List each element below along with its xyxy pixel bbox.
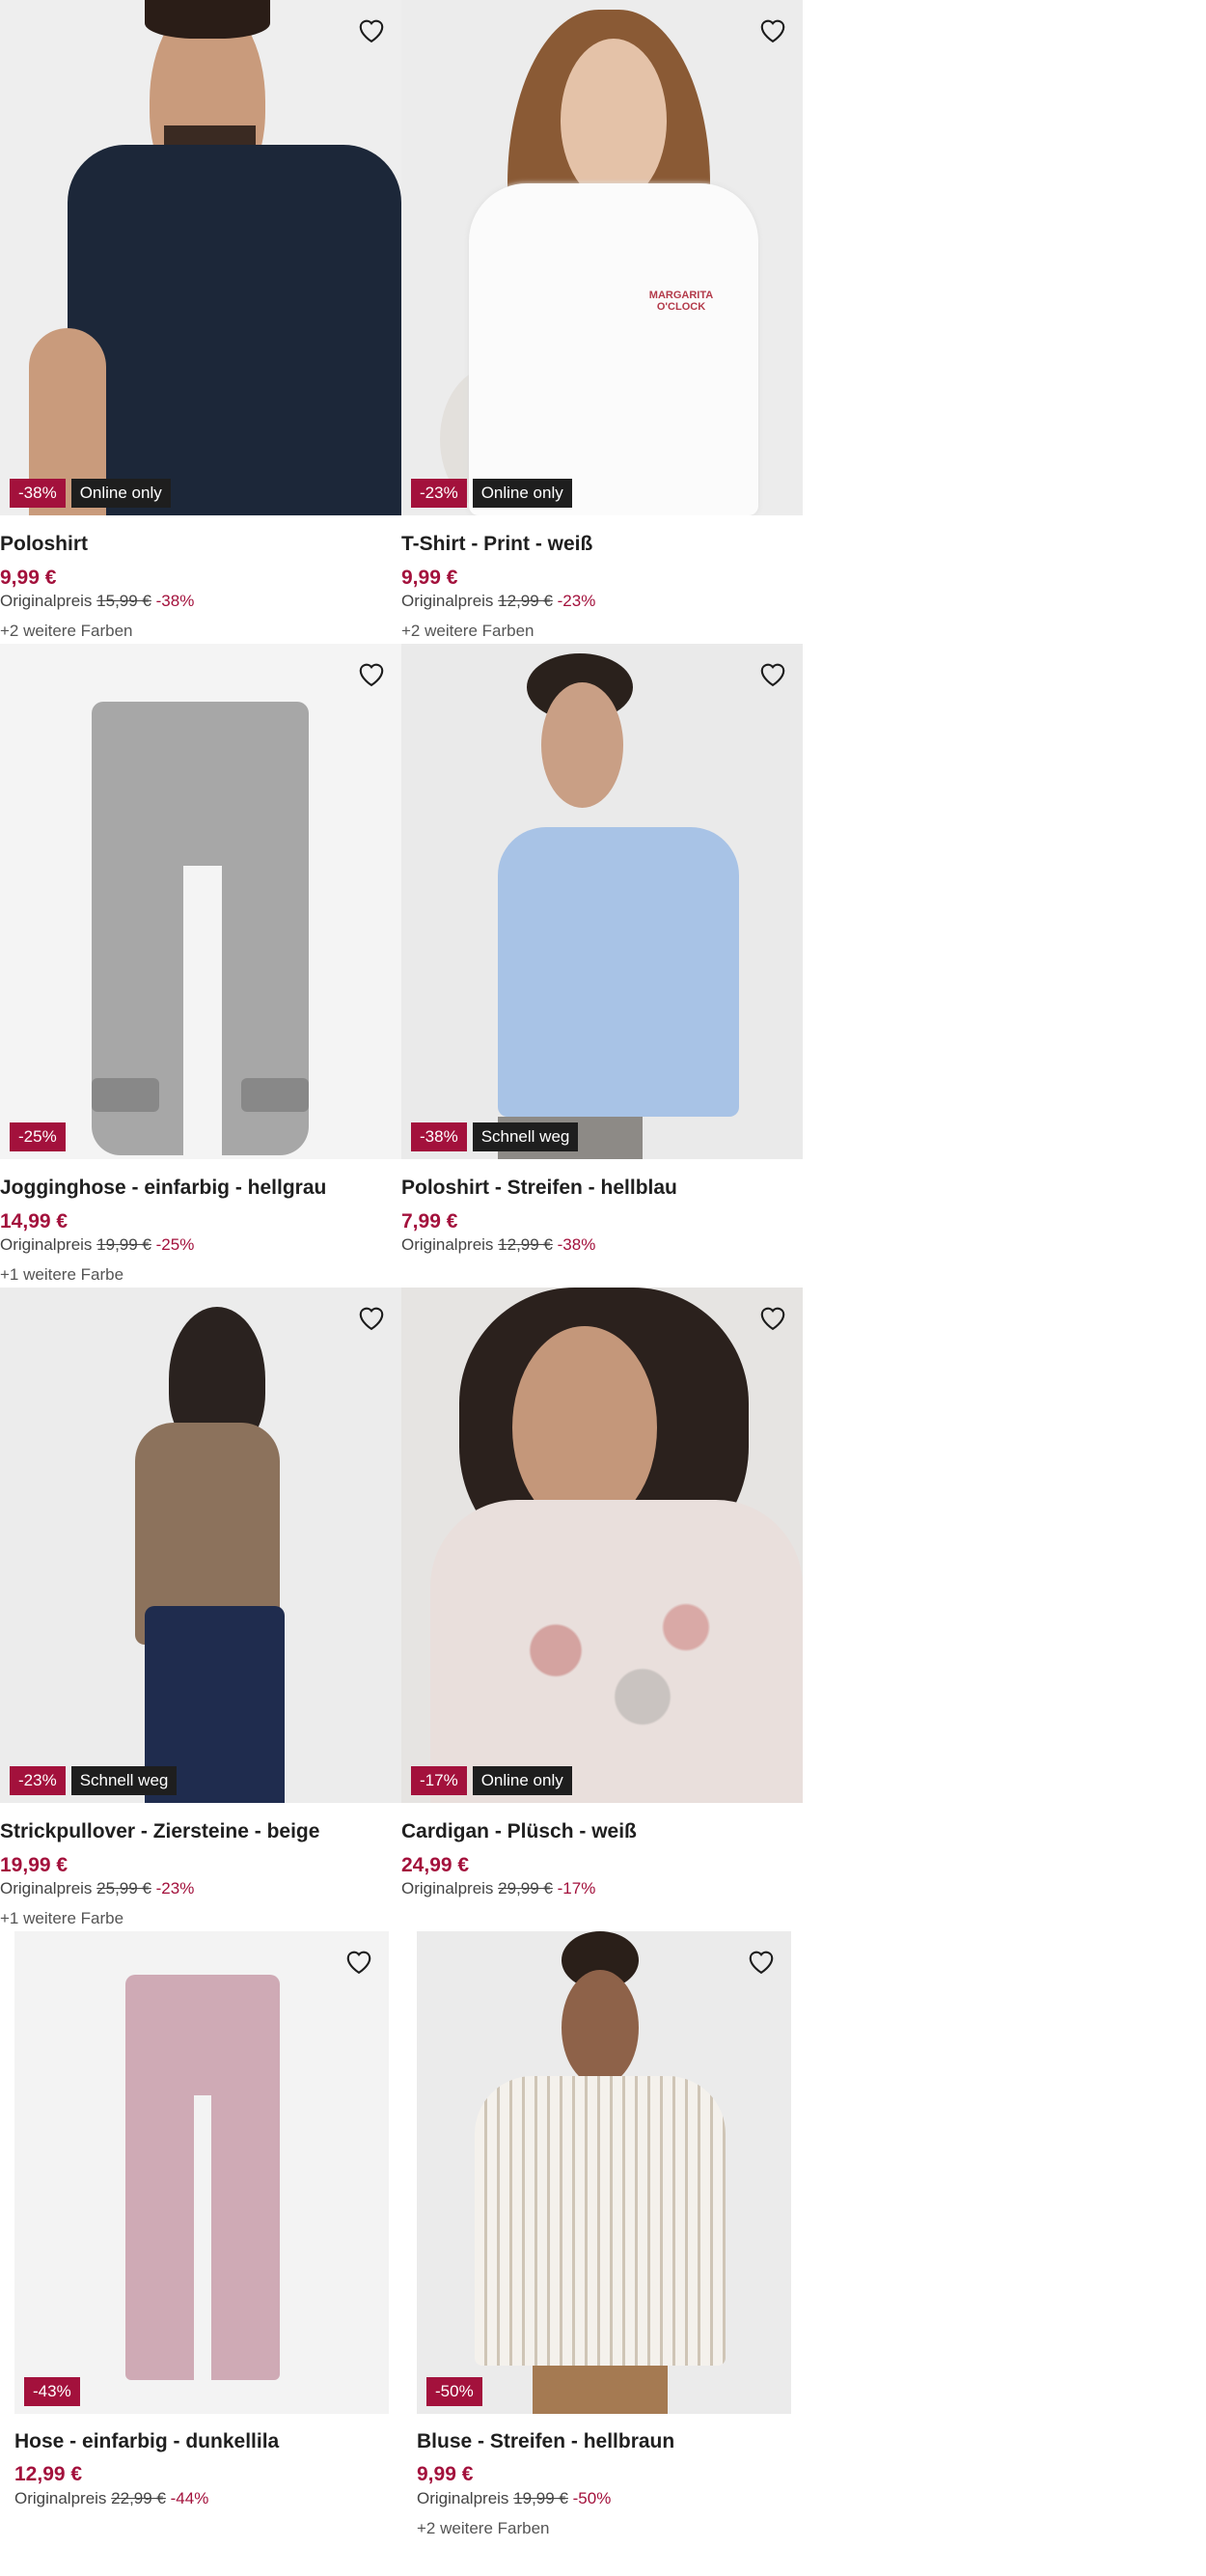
info-badge: Schnell weg xyxy=(472,1122,579,1151)
original-price-label: Originalpreis xyxy=(401,1879,494,1897)
favorite-button[interactable] xyxy=(756,657,789,690)
product-price: 19,99 € xyxy=(0,1854,69,1876)
product-name[interactable]: Strickpullover - Ziersteine - beige xyxy=(0,1820,319,1843)
original-price: Originalpreis 19,99 € -25% xyxy=(0,1235,194,1255)
product-image[interactable]: -50% xyxy=(417,1931,791,2414)
favorite-button[interactable] xyxy=(756,1301,789,1334)
original-price-label: Originalpreis xyxy=(417,2489,509,2507)
product-price: 7,99 € xyxy=(401,1210,458,1233)
product-name[interactable]: Poloshirt xyxy=(0,533,88,556)
original-price-value: 29,99 € xyxy=(498,1879,553,1897)
original-price: Originalpreis 12,99 € -38% xyxy=(401,1235,595,1255)
original-price-label: Originalpreis xyxy=(401,1235,494,1254)
original-price-label: Originalpreis xyxy=(401,592,494,610)
original-price: Originalpreis 12,99 € -23% xyxy=(401,592,595,611)
original-price-discount: -23% xyxy=(557,592,596,610)
product-image[interactable]: -38% Online only xyxy=(0,0,401,515)
product-name[interactable]: Cardigan - Plüsch - weiß xyxy=(401,1820,637,1843)
original-price-value: 19,99 € xyxy=(96,1235,151,1254)
discount-badge: -38% xyxy=(10,479,66,508)
original-price: Originalpreis 19,99 € -50% xyxy=(417,2489,611,2508)
original-price-value: 12,99 € xyxy=(498,592,553,610)
info-badge: Online only xyxy=(70,479,171,508)
original-price: Originalpreis 15,99 € -38% xyxy=(0,592,194,611)
original-price-discount: -23% xyxy=(155,1879,195,1897)
original-price-label: Originalpreis xyxy=(14,2489,107,2507)
product-image[interactable]: -23% Schnell weg xyxy=(0,1288,401,1803)
favorite-button[interactable] xyxy=(756,14,789,46)
product-name[interactable]: Poloshirt - Streifen - hellblau xyxy=(401,1177,677,1200)
product-price: 12,99 € xyxy=(14,2463,83,2485)
discount-badge: -17% xyxy=(411,1766,467,1795)
discount-badge: -23% xyxy=(411,479,467,508)
favorite-button[interactable] xyxy=(355,657,388,690)
more-colors[interactable]: +1 weitere Farbe xyxy=(0,1265,123,1285)
favorite-button[interactable] xyxy=(745,1945,778,1978)
product-name[interactable]: Bluse - Streifen - hellbraun xyxy=(417,2430,674,2453)
favorite-button[interactable] xyxy=(355,14,388,46)
more-colors[interactable]: +2 weitere Farben xyxy=(417,2519,550,2538)
product-name[interactable]: T-Shirt - Print - weiß xyxy=(401,533,592,556)
heart-outline-icon xyxy=(760,19,785,43)
product-image[interactable]: -38% Schnell weg xyxy=(401,644,803,1159)
original-price-label: Originalpreis xyxy=(0,1235,93,1254)
original-price-discount: -38% xyxy=(557,1235,596,1254)
product-name[interactable]: Jogginghose - einfarbig - hellgrau xyxy=(0,1177,326,1200)
more-colors[interactable]: +2 weitere Farben xyxy=(0,622,133,641)
product-price: 9,99 € xyxy=(401,567,458,589)
info-badge: Schnell weg xyxy=(70,1766,178,1795)
heart-outline-icon xyxy=(359,663,384,687)
product-image[interactable]: MARGARITA O'CLOCK -23% Online only xyxy=(401,0,803,515)
original-price: Originalpreis 25,99 € -23% xyxy=(0,1879,194,1898)
heart-outline-icon xyxy=(346,1951,371,1975)
discount-badge: -43% xyxy=(24,2377,80,2406)
product-image[interactable]: -25% xyxy=(0,644,401,1159)
discount-badge: -25% xyxy=(10,1122,66,1151)
heart-outline-icon xyxy=(749,1951,774,1975)
more-colors[interactable]: +2 weitere Farben xyxy=(401,622,534,641)
original-price: Originalpreis 29,99 € -17% xyxy=(401,1879,595,1898)
heart-outline-icon xyxy=(359,1307,384,1331)
product-image[interactable]: -43% xyxy=(14,1931,389,2414)
original-price-discount: -38% xyxy=(155,592,195,610)
original-price-value: 12,99 € xyxy=(498,1235,553,1254)
discount-badge: -23% xyxy=(10,1766,66,1795)
product-price: 9,99 € xyxy=(417,2463,474,2485)
product-price: 14,99 € xyxy=(0,1210,69,1233)
product-price: 24,99 € xyxy=(401,1854,470,1876)
heart-outline-icon xyxy=(760,663,785,687)
original-price-value: 22,99 € xyxy=(111,2489,166,2507)
original-price-discount: -44% xyxy=(170,2489,209,2507)
product-name[interactable]: Hose - einfarbig - dunkellila xyxy=(14,2430,279,2453)
original-price-value: 25,99 € xyxy=(96,1879,151,1897)
original-price-discount: -25% xyxy=(155,1235,195,1254)
original-price-discount: -50% xyxy=(572,2489,612,2507)
favorite-button[interactable] xyxy=(343,1945,375,1978)
original-price-value: 19,99 € xyxy=(513,2489,568,2507)
original-price: Originalpreis 22,99 € -44% xyxy=(14,2489,208,2508)
heart-outline-icon xyxy=(760,1307,785,1331)
original-price-label: Originalpreis xyxy=(0,1879,93,1897)
discount-badge: -38% xyxy=(411,1122,467,1151)
favorite-button[interactable] xyxy=(355,1301,388,1334)
info-badge: Online only xyxy=(472,479,572,508)
original-price-label: Originalpreis xyxy=(0,592,93,610)
product-price: 9,99 € xyxy=(0,567,57,589)
original-price-value: 15,99 € xyxy=(96,592,151,610)
original-price-discount: -17% xyxy=(557,1879,596,1897)
more-colors[interactable]: +1 weitere Farbe xyxy=(0,1909,123,1928)
product-image[interactable]: -17% Online only xyxy=(401,1288,803,1803)
info-badge: Online only xyxy=(472,1766,572,1795)
discount-badge: -50% xyxy=(426,2377,482,2406)
heart-outline-icon xyxy=(359,19,384,43)
